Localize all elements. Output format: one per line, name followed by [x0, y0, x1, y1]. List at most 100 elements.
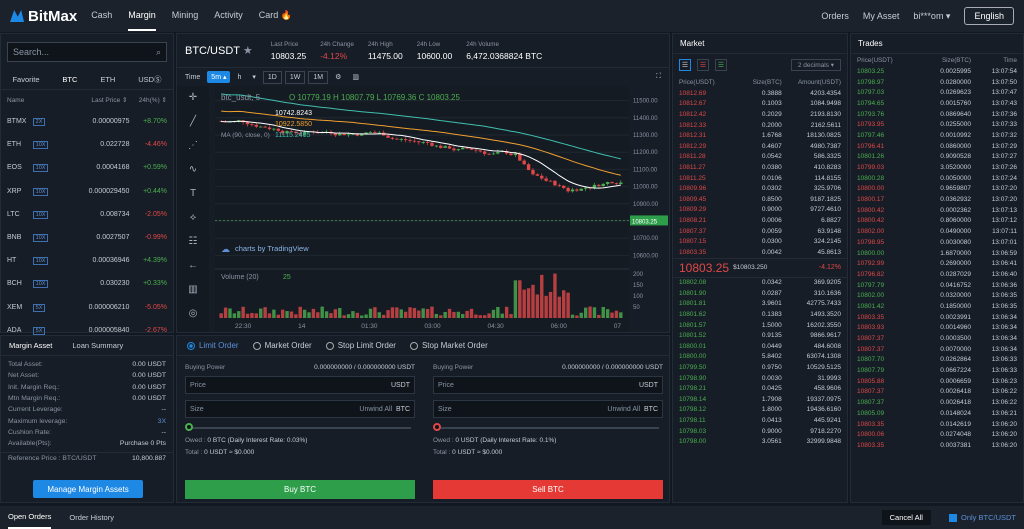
book-row[interactable]: 10801.57 1.5000 16202.3550 [673, 320, 847, 331]
interval-1d[interactable]: 1D [262, 70, 282, 84]
unwind-all-link[interactable]: Unwind All [607, 406, 640, 413]
slider-handle[interactable] [433, 423, 441, 431]
star-icon[interactable]: ★ [243, 45, 253, 57]
tab-btc[interactable]: BTC [62, 75, 77, 84]
interval-5m[interactable]: 5m ▴ [207, 71, 231, 83]
book-row[interactable]: 10798.21 0.0425 458.9606 [673, 383, 847, 394]
pair-name: BCH [7, 280, 22, 288]
cancel-all-button[interactable]: Cancel All [881, 510, 931, 525]
book-row[interactable]: 10803.35 0.0042 45.8613 [673, 247, 847, 258]
pair-row[interactable]: BNB 10X 0.0027507 -0.99% [1, 226, 173, 249]
slider-handle[interactable] [185, 423, 193, 431]
tab-limit-order[interactable]: Limit Order [187, 341, 239, 350]
book-row[interactable]: 10799.50 0.9750 10529.5125 [673, 362, 847, 373]
nav-card[interactable]: Card 🔥 [259, 1, 292, 30]
book-row[interactable]: 10801.90 0.0287 310.1636 [673, 288, 847, 299]
sell-size-input[interactable]: Size Unwind All BTC [433, 400, 663, 418]
book-row[interactable]: 10798.11 0.0413 445.9241 [673, 415, 847, 426]
book-row[interactable]: 10812.42 0.2029 2193.8130 [673, 109, 847, 120]
pair-row[interactable]: XRP 10X 0.000029450 +0.44% [1, 180, 173, 203]
book-row[interactable]: 10812.33 0.2000 2162.5611 [673, 120, 847, 131]
interval-1m[interactable]: 1M [308, 70, 329, 84]
pair-row[interactable]: ETH 10X 0.022728 -4.46% [1, 133, 173, 156]
pair-row[interactable]: BTMX 2X 0.00000975 +8.70% [1, 110, 173, 133]
book-row[interactable]: 10812.31 1.6768 18130.0825 [673, 130, 847, 141]
book-row[interactable]: 10798.12 1.8000 19436.6160 [673, 405, 847, 416]
sell-price-input[interactable]: Price USDT [433, 376, 663, 394]
buy-button[interactable]: Buy BTC [185, 480, 415, 499]
book-row[interactable]: 10801.52 0.9135 9866.9617 [673, 330, 847, 341]
orders-link[interactable]: Orders [821, 11, 849, 21]
tab-market-order[interactable]: Market Order [252, 341, 312, 350]
col-name[interactable]: Name [7, 97, 68, 104]
tab-favorite[interactable]: Favorite [12, 75, 39, 84]
book-row[interactable]: 10798.14 1.7908 19337.0975 [673, 394, 847, 405]
book-asks-icon[interactable]: ☰ [697, 59, 709, 71]
language-select[interactable]: English [964, 7, 1014, 25]
book-row[interactable]: 10798.00 3.0561 32999.9848 [673, 436, 847, 447]
volume-bar [307, 312, 311, 318]
interval-h[interactable]: h [233, 72, 245, 83]
book-row[interactable]: 10801.81 3.9601 42775.7433 [673, 299, 847, 310]
book-row[interactable]: 10811.27 0.0380 410.8283 [673, 162, 847, 173]
book-row[interactable]: 10800.01 0.0449 484.6008 [673, 341, 847, 352]
tab-stop-limit-order[interactable]: Stop Limit Order [325, 341, 396, 350]
book-row[interactable]: 10801.62 0.1383 1493.3520 [673, 309, 847, 320]
unwind-all-link[interactable]: Unwind All [359, 406, 392, 413]
indicators-icon[interactable]: ▥ [348, 71, 363, 83]
buy-size-slider[interactable] [185, 422, 415, 434]
book-row[interactable]: 10812.69 0.3888 4203.4354 [673, 88, 847, 99]
nav-cash[interactable]: Cash [91, 1, 112, 29]
book-row[interactable]: 10812.29 0.4607 4980.7387 [673, 141, 847, 152]
book-row[interactable]: 10811.25 0.0106 114.8155 [673, 173, 847, 184]
decimals-select[interactable]: 2 decimals ▾ [790, 59, 841, 71]
book-row[interactable]: 10807.15 0.0300 324.2145 [673, 236, 847, 247]
tab-order-history[interactable]: Order History [69, 513, 114, 522]
settings-icon[interactable]: ⚙ [331, 71, 345, 83]
my-asset-link[interactable]: My Asset [863, 11, 900, 21]
book-both-icon[interactable]: ☰ [679, 59, 691, 71]
tab-stop-market-order[interactable]: Stop Market Order [409, 341, 488, 350]
book-row[interactable]: 10807.37 0.0059 63.9148 [673, 226, 847, 237]
tab-loan-summary[interactable]: Loan Summary [72, 341, 123, 350]
book-row[interactable]: 10798.03 0.9000 9718.2270 [673, 426, 847, 437]
brand-logo[interactable]: BitMax [10, 8, 77, 25]
buy-size-input[interactable]: Size Unwind All BTC [185, 400, 415, 418]
user-menu[interactable]: bi***om ▾ [913, 11, 950, 22]
tab-open-orders[interactable]: Open Orders [8, 506, 52, 529]
pair-row[interactable]: BCH 10X 0.030230 +0.33% [1, 272, 173, 295]
manage-margin-button[interactable]: Manage Margin Assets [33, 480, 143, 498]
nav-margin[interactable]: Margin [128, 1, 156, 31]
book-row[interactable]: 10802.08 0.0342 369.9205 [673, 278, 847, 289]
buy-price-input[interactable]: Price USDT [185, 376, 415, 394]
book-row[interactable]: 10808.21 0.0006 6.8827 [673, 215, 847, 226]
sell-size-slider[interactable] [433, 422, 663, 434]
book-row[interactable]: 10809.29 0.9000 9727.4610 [673, 205, 847, 216]
pair-row[interactable]: EOS 10X 0.0004168 +0.59% [1, 156, 173, 179]
pair-row[interactable]: LTC 10X 0.008734 -2.05% [1, 203, 173, 226]
book-bids-icon[interactable]: ☰ [715, 59, 727, 71]
tab-usds[interactable]: USDⓈ [138, 74, 161, 85]
pair-row[interactable]: XEM 5X 0.000006210 -5.05% [1, 296, 173, 319]
tab-eth[interactable]: ETH [100, 75, 115, 84]
nav-mining[interactable]: Mining [172, 1, 199, 29]
col-change[interactable]: 24h(%) ⇕ [128, 96, 167, 104]
search-input[interactable]: Search... ⌕ [7, 42, 167, 62]
price-chart[interactable]: ✛ ╱ ⋰ ∿ T ⟡ ☷ ← ▥ ◎ 11500.00 11400.00 11300.00 11200.… [177, 86, 669, 332]
book-row[interactable]: 10809.45 0.8500 9187.1825 [673, 194, 847, 205]
col-last-price[interactable]: Last Price ⇕ [68, 96, 127, 104]
book-row[interactable]: 10798.90 0.0030 31.9993 [673, 373, 847, 384]
pair-row[interactable]: HT 10X 0.00036946 +4.39% [1, 249, 173, 272]
book-row[interactable]: 10812.67 0.1003 1084.9498 [673, 99, 847, 110]
only-pair-checkbox[interactable]: Only BTC/USDT [948, 513, 1016, 522]
interval-more[interactable]: ▾ [248, 71, 260, 83]
sell-button[interactable]: Sell BTC [433, 480, 663, 499]
nav-activity[interactable]: Activity [214, 1, 243, 29]
fullscreen-icon[interactable]: ⛶ [652, 71, 665, 83]
book-row[interactable]: 10800.00 5.8402 63074.1308 [673, 352, 847, 363]
book-row[interactable]: 10811.28 0.0542 586.3325 [673, 152, 847, 163]
interval-1w[interactable]: 1W [284, 70, 306, 84]
book-row[interactable]: 10809.96 0.0302 325.9706 [673, 183, 847, 194]
tab-margin-asset[interactable]: Margin Asset [9, 341, 52, 350]
trade-row: 10796.41 0.0860000 13:07:29 [851, 141, 1023, 152]
